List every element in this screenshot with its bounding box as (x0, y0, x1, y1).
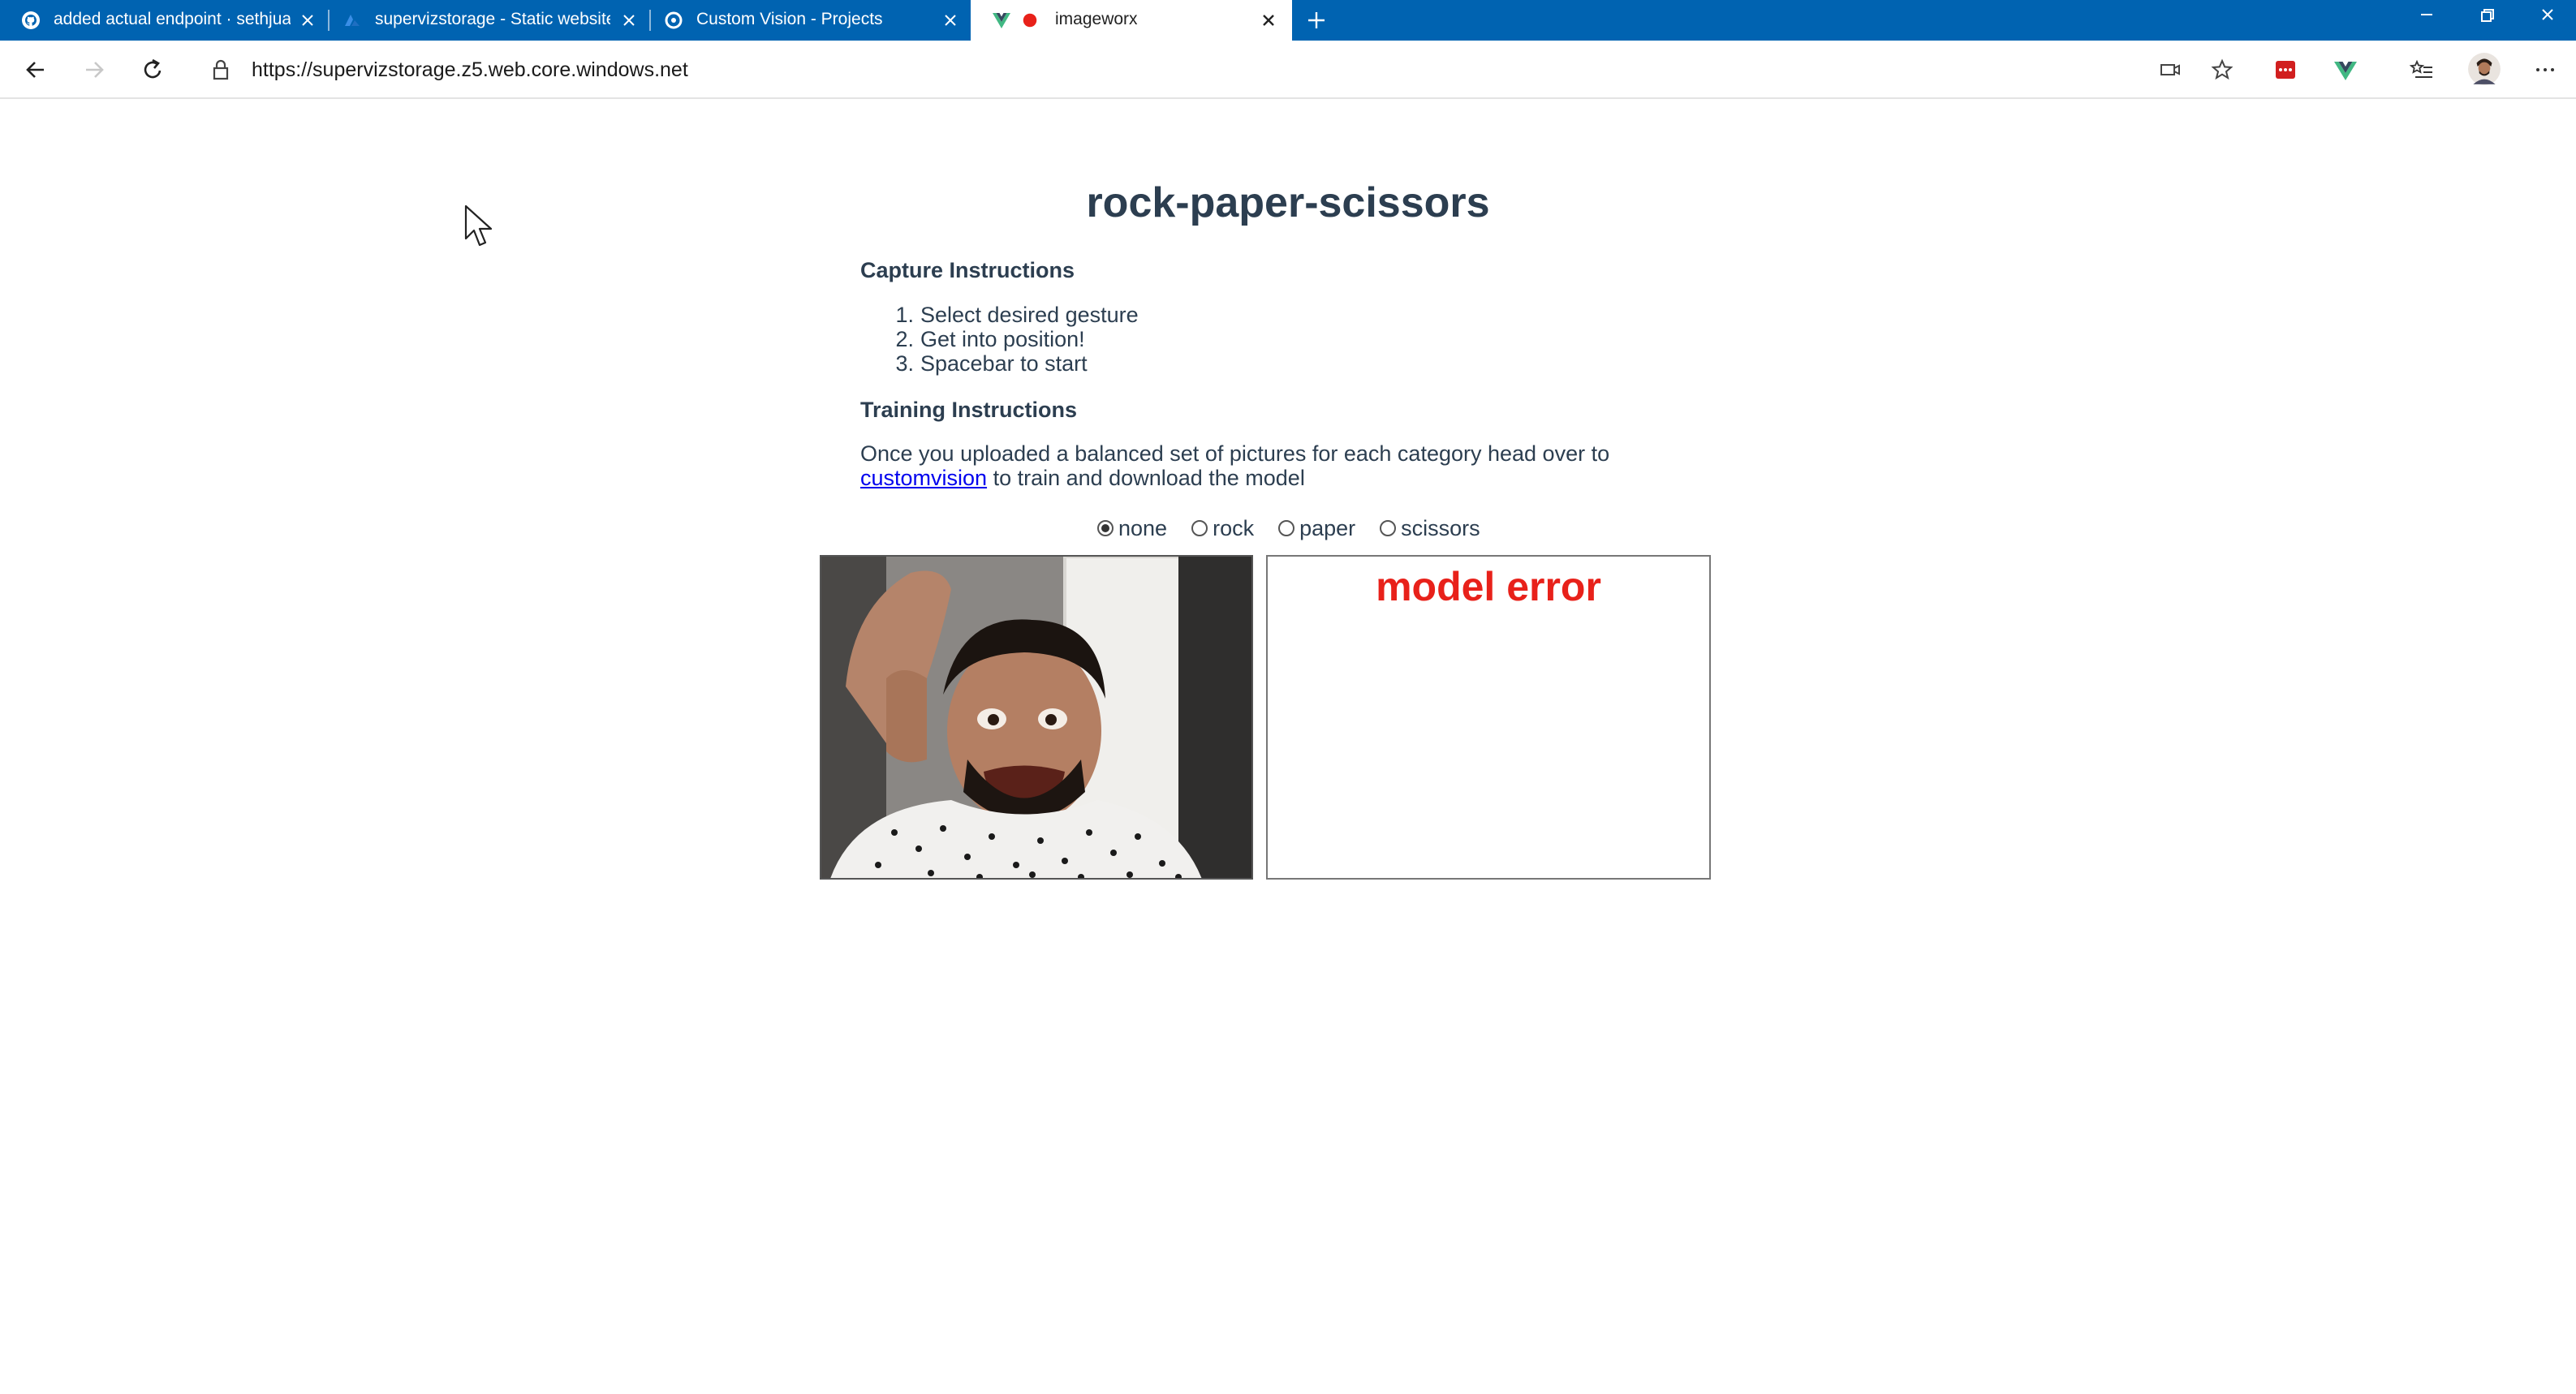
favorite-star-icon[interactable] (2206, 54, 2238, 86)
browser-toolbar: https://supervizstorage.z5.web.core.wind… (0, 41, 2576, 99)
lock-icon[interactable] (205, 54, 237, 86)
model-error-message: model error (1376, 564, 1601, 609)
browser-tab-strip: added actual endpoint · sethjuar supervi… (0, 0, 2576, 41)
page-title: rock-paper-scissors (1086, 179, 1490, 226)
tab-title: Custom Vision - Projects (696, 10, 883, 28)
tab-title: imageworx (1055, 10, 1138, 28)
mouse-cursor-icon (464, 204, 493, 247)
restore-icon[interactable] (2459, 0, 2516, 32)
gesture-option-rock[interactable]: rock (1191, 516, 1254, 541)
tab-title: added actual endpoint · sethjuar (54, 10, 291, 28)
prediction-result-panel: model error (1266, 555, 1711, 880)
customvision-icon (665, 11, 683, 29)
gesture-radio-group: none rock paper scissors (1097, 516, 1505, 540)
favorites-list-icon[interactable] (2406, 54, 2438, 86)
back-arrow-icon[interactable] (19, 54, 52, 86)
training-instructions-heading: Training Instructions (860, 398, 1078, 422)
vue-icon (993, 13, 1010, 28)
tab-title: supervizstorage - Static website (375, 10, 610, 28)
address-bar-url[interactable]: https://supervizstorage.z5.web.core.wind… (252, 58, 688, 82)
radio-button[interactable] (1278, 520, 1295, 536)
gesture-option-paper[interactable]: paper (1278, 516, 1355, 541)
tab-custom-vision[interactable]: Custom Vision - Projects (643, 0, 967, 41)
minimize-icon[interactable] (2398, 0, 2455, 32)
close-icon[interactable] (295, 8, 320, 32)
close-icon[interactable] (617, 8, 641, 32)
list-item: 1. Select desired gesture (895, 303, 1139, 327)
radio-button[interactable] (1097, 520, 1114, 536)
camera-icon[interactable] (2154, 54, 2186, 86)
plus-icon[interactable] (1300, 4, 1333, 37)
more-options-icon[interactable] (2529, 54, 2561, 86)
capture-steps-list: 1. Select desired gesture 2. Get into posi… (860, 303, 1139, 376)
radio-button[interactable] (1380, 520, 1397, 536)
forward-arrow-icon[interactable] (78, 54, 110, 86)
training-instructions-text: Once you uploaded a balanced set of pict… (860, 441, 1610, 490)
close-icon[interactable] (938, 8, 963, 32)
extension-red-icon[interactable] (2269, 54, 2302, 86)
refresh-icon[interactable] (136, 54, 169, 86)
azure-icon (345, 15, 360, 26)
capture-instructions-heading: Capture Instructions (860, 258, 1075, 282)
close-icon[interactable] (1256, 8, 1281, 32)
recording-dot-icon (1023, 13, 1037, 28)
webcam-video (820, 555, 1253, 880)
list-item: 2. Get into position! (895, 327, 1085, 351)
webcam-feed-image (821, 557, 1251, 878)
list-item: 3. Spacebar to start (895, 351, 1088, 376)
customvision-link[interactable]: customvision (860, 466, 987, 490)
tab-github[interactable]: added actual endpoint · sethjuar (0, 0, 325, 41)
avatar[interactable] (2467, 52, 2501, 86)
gesture-option-scissors[interactable]: scissors (1380, 516, 1480, 541)
radio-button[interactable] (1191, 520, 1208, 536)
tab-static-website[interactable]: supervizstorage - Static website (321, 0, 646, 41)
vue-devtools-icon[interactable] (2329, 54, 2362, 86)
github-icon (22, 11, 40, 29)
gesture-option-none[interactable]: none (1097, 516, 1167, 541)
tab-imageworx[interactable]: imageworx (971, 0, 1292, 41)
window-close-icon[interactable] (2519, 0, 2576, 32)
